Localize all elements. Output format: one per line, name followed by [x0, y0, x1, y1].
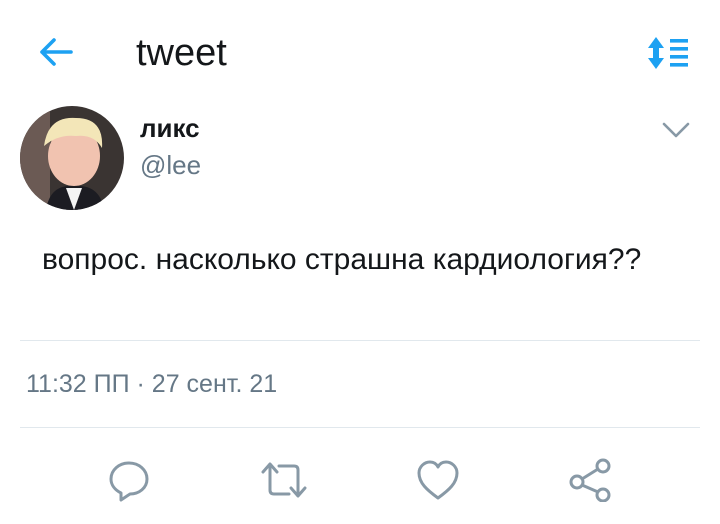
retweet-button[interactable] [256, 452, 312, 508]
back-button[interactable] [36, 34, 76, 70]
sort-button[interactable] [644, 34, 692, 72]
top-bar: tweet [0, 0, 720, 100]
action-bar [0, 440, 720, 520]
heart-icon [417, 460, 459, 500]
like-button[interactable] [410, 452, 466, 508]
author-display-name[interactable]: ликс [140, 112, 200, 144]
retweet-icon [261, 462, 307, 498]
page-title: tweet [136, 32, 227, 74]
author-handle[interactable]: @lee [140, 149, 201, 181]
chevron-down-icon [662, 122, 690, 138]
tweet-text: вопрос. насколько страшна кардиология?? [42, 243, 642, 276]
reply-icon [109, 461, 149, 502]
share-button[interactable] [562, 452, 618, 508]
divider [20, 340, 700, 341]
tweet-menu-button[interactable] [656, 114, 696, 146]
reply-button[interactable] [101, 452, 157, 508]
avatar[interactable] [20, 106, 124, 210]
avatar-photo [20, 106, 124, 210]
divider [20, 427, 700, 428]
tweet-timestamp: 11:32 ПП · 27 сент. 21 [26, 370, 278, 398]
arrow-left-icon [40, 38, 73, 66]
share-icon [569, 458, 611, 502]
sort-icon [648, 37, 688, 69]
